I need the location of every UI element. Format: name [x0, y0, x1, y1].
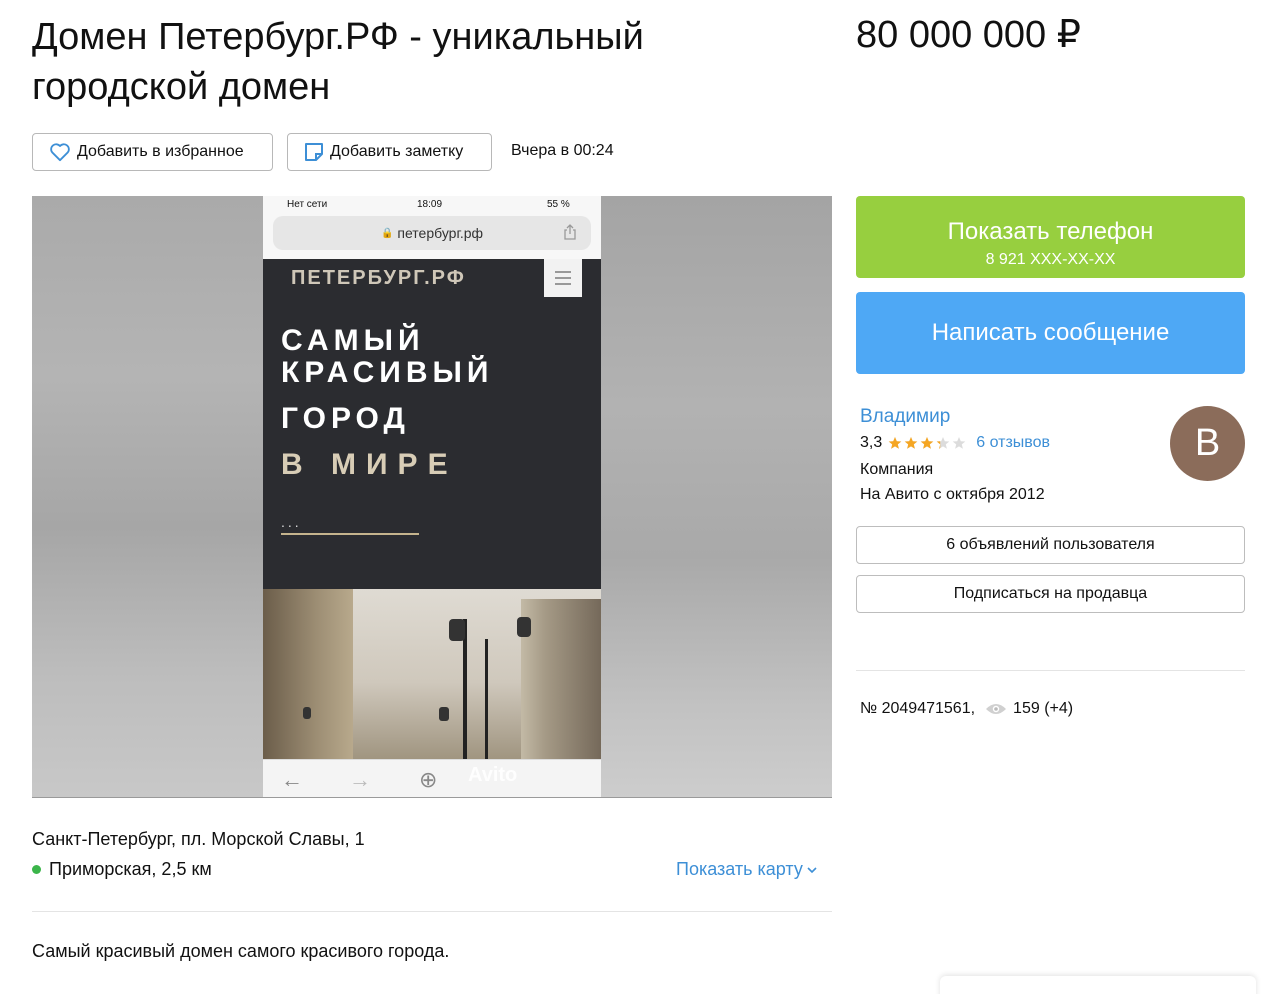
phone-status-bar: Нет сети 18:09 55 % [263, 196, 601, 214]
seller-ads-button[interactable]: 6 объявлений пользователя [856, 526, 1245, 564]
show-phone-label: Показать телефон [947, 218, 1154, 245]
hero-underline [281, 533, 419, 535]
street-lamp [485, 639, 488, 759]
gallery-blur-left [32, 196, 263, 797]
subscribe-seller-button[interactable]: Подписаться на продавца [856, 575, 1245, 613]
street-lamp [303, 707, 311, 719]
metro-station: Приморская, 2,5 км [32, 859, 212, 880]
hero-line-1: САМЫЙ [281, 324, 425, 357]
reviews-link[interactable]: 6 отзывов [976, 434, 1050, 452]
street-lamp [517, 617, 531, 637]
photo-gallery[interactable]: Нет сети 18:09 55 % 🔒 петербург.рф ПЕТЕР… [32, 196, 832, 798]
write-message-button[interactable]: Написать сообщение [856, 292, 1245, 374]
note-icon [305, 143, 323, 161]
lock-icon: 🔒 [380, 227, 394, 239]
status-time: 18:09 [417, 199, 443, 210]
sidebar-divider [856, 670, 1245, 671]
seller-avatar[interactable]: В [1170, 406, 1245, 481]
listing-description: Самый красивый домен самого красивого го… [32, 941, 450, 961]
listing-price: 80 000 000 ₽ [856, 14, 1081, 56]
back-arrow-icon: ← [281, 767, 303, 792]
listing-number: № 2049471561, [860, 700, 976, 717]
listing-address: Санкт-Петербург, пл. Морской Славы, 1 [32, 829, 365, 849]
street-lamp [449, 619, 465, 641]
hero-line-2: КРАСИВЫЙ [281, 356, 494, 389]
street-lamp [439, 707, 449, 721]
building-right [521, 599, 601, 759]
add-note-label: Добавить заметку [330, 143, 464, 160]
browser-url-bar: 🔒 петербург.рф [273, 216, 591, 250]
hero-line-4: В МИРЕ [281, 448, 458, 481]
show-map-label: Показать карту [676, 859, 803, 879]
add-to-favorites-label: Добавить в избранное [77, 143, 244, 160]
seller-rating: 3,3 6 отзывов [860, 434, 1050, 452]
status-battery: 55 % [547, 199, 570, 210]
floating-card [940, 976, 1256, 994]
show-map-link[interactable]: Показать карту [676, 859, 817, 880]
star-icon [952, 437, 966, 449]
seller-type: Компания [860, 461, 934, 478]
rating-value: 3,3 [860, 434, 883, 451]
metro-label: Приморская, 2,5 км [49, 859, 212, 879]
show-phone-button[interactable]: Показать телефон 8 921 XXX-XX-XX [856, 196, 1245, 278]
listing-meta: № 2049471561, 159 (+4) [860, 700, 1073, 718]
star-icon [936, 437, 950, 449]
star-icon [888, 437, 902, 449]
seller-since: На Авито с октября 2012 [860, 486, 1045, 503]
content-divider [32, 911, 832, 912]
add-note-button[interactable]: Добавить заметку [287, 133, 492, 171]
hero-line-3: ГОРОД [281, 402, 410, 435]
listing-photo[interactable]: Нет сети 18:09 55 % 🔒 петербург.рф ПЕТЕР… [263, 196, 601, 797]
browser-url: петербург.рф [397, 225, 484, 241]
listing-title: Домен Петербург.РФ - уникальный городско… [32, 16, 644, 108]
gallery-blur-right [601, 196, 832, 797]
posted-date: Вчера в 00:24 [511, 142, 614, 159]
hero-text: САМЫЙ КРАСИВЫЙ ГОРОД В МИРЕ [281, 325, 493, 481]
share-icon [564, 224, 576, 240]
forward-arrow-icon: → [349, 767, 371, 792]
hamburger-menu-icon [544, 259, 582, 297]
star-icon [904, 437, 918, 449]
street-photo [263, 589, 601, 759]
site-logo: ПЕТЕРБУРГ.РФ [291, 267, 466, 289]
star-icon [920, 437, 934, 449]
view-count: 159 (+4) [1013, 700, 1074, 717]
heart-icon [50, 143, 70, 162]
add-to-favorites-button[interactable]: Добавить в избранное [32, 133, 273, 171]
rating-stars [888, 436, 968, 450]
browser-toolbar: ← → ⊕ Avito [263, 759, 601, 797]
eye-icon [986, 704, 1007, 714]
hero-dots: ... [281, 514, 302, 530]
status-carrier: Нет сети [287, 199, 328, 210]
phone-masked: 8 921 XXX-XX-XX [985, 251, 1116, 268]
building-left [263, 589, 353, 759]
site-hero: ПЕТЕРБУРГ.РФ САМЫЙ КРАСИВЫЙ ГОРОД В МИРЕ… [263, 259, 601, 589]
seller-name-link[interactable]: Владимир [860, 406, 950, 428]
metro-line-dot [32, 865, 41, 874]
avito-watermark: Avito [468, 764, 518, 786]
chevron-down-icon [807, 866, 817, 873]
new-tab-icon: ⊕ [419, 767, 438, 792]
